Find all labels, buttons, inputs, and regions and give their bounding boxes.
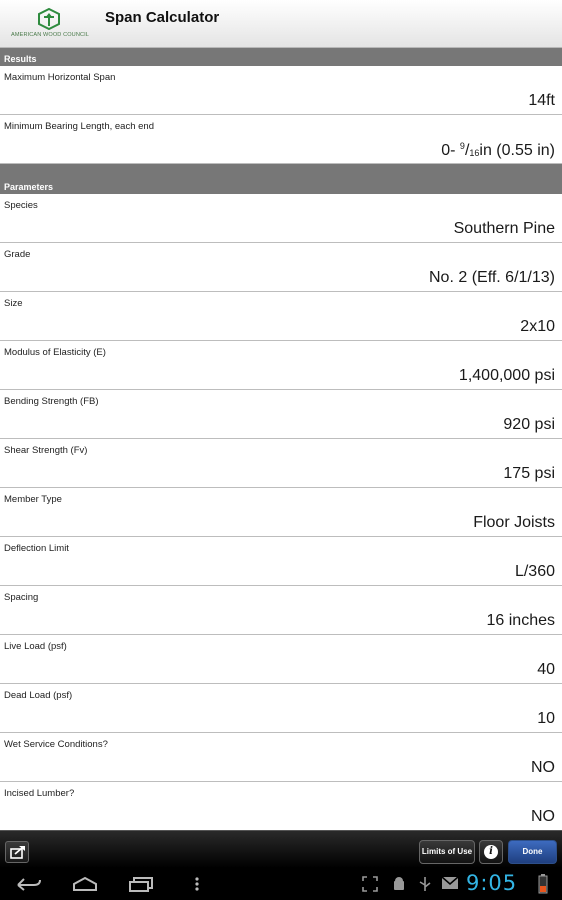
value-prefix: 0- — [441, 142, 460, 159]
param-row-shear-strength[interactable]: Shear Strength (Fv) 175 psi — [0, 439, 562, 488]
param-label: Member Type — [4, 494, 62, 505]
recent-apps-icon[interactable] — [128, 876, 154, 892]
result-row-bearing-length: Minimum Bearing Length, each end 0- 9/16… — [0, 115, 562, 164]
param-value: 40 — [537, 661, 555, 678]
result-value: 0- 9/16in (0.55 in) — [441, 141, 555, 159]
param-row-member-type[interactable]: Member Type Floor Joists — [0, 488, 562, 537]
param-value: NO — [531, 759, 555, 776]
info-icon: i — [484, 845, 498, 859]
usb-icon — [419, 877, 431, 891]
bottom-toolbar: Limits of Use i Done — [0, 830, 562, 868]
page-title: Span Calculator — [105, 9, 220, 26]
param-value: 1,400,000 psi — [458, 367, 555, 384]
param-value: No. 2 (Eff. 6/1/13) — [429, 269, 555, 286]
calculator-content[interactable]: Results Maximum Horizontal Span 14ft Min… — [0, 48, 562, 830]
param-label: Dead Load (psf) — [4, 690, 73, 701]
gmail-icon — [441, 876, 459, 889]
logo-icon — [38, 8, 60, 30]
param-row-incised-lumber[interactable]: Incised Lumber? NO — [0, 782, 562, 830]
param-label: Size — [4, 298, 23, 309]
value-suffix: in (0.55 in) — [479, 142, 555, 159]
result-value: 14ft — [528, 92, 555, 109]
results-section-header: Results — [0, 48, 562, 66]
param-label: Modulus of Elasticity (E) — [4, 347, 106, 358]
info-button[interactable]: i — [479, 840, 503, 864]
result-label: Maximum Horizontal Span — [4, 72, 116, 83]
parameters-section-header: Parameters — [0, 164, 562, 194]
android-debug-icon — [394, 877, 404, 890]
param-row-dead-load[interactable]: Dead Load (psf) 10 — [0, 684, 562, 733]
param-label: Live Load (psf) — [4, 641, 67, 652]
menu-dots-icon[interactable] — [194, 876, 200, 892]
param-value: 175 psi — [503, 465, 555, 482]
result-row-max-span: Maximum Horizontal Span 14ft — [0, 66, 562, 115]
app-header: AMERICAN WOOD COUNCIL Span Calculator — [0, 0, 562, 48]
param-row-modulus[interactable]: Modulus of Elasticity (E) 1,400,000 psi — [0, 341, 562, 390]
share-button[interactable] — [5, 841, 29, 863]
back-icon[interactable] — [16, 876, 42, 892]
param-label: Incised Lumber? — [4, 788, 75, 799]
param-label: Shear Strength (Fv) — [4, 445, 88, 456]
param-row-species[interactable]: Species Southern Pine — [0, 194, 562, 243]
done-button[interactable]: Done — [508, 840, 557, 864]
fullscreen-icon — [362, 876, 378, 892]
param-value: Southern Pine — [453, 220, 555, 237]
result-label: Minimum Bearing Length, each end — [4, 121, 154, 132]
param-row-bending-strength[interactable]: Bending Strength (FB) 920 psi — [0, 390, 562, 439]
param-value: 16 inches — [486, 612, 556, 629]
param-value: NO — [531, 808, 555, 825]
param-row-size[interactable]: Size 2x10 — [0, 292, 562, 341]
fraction-denominator: 16 — [469, 148, 480, 158]
parameters-section-label: Parameters — [4, 182, 54, 192]
param-row-spacing[interactable]: Spacing 16 inches — [0, 586, 562, 635]
param-row-deflection-limit[interactable]: Deflection Limit L/360 — [0, 537, 562, 586]
status-clock: 9:05 — [466, 871, 518, 895]
param-label: Spacing — [4, 592, 39, 603]
results-section-label: Results — [4, 54, 37, 64]
limits-of-use-button[interactable]: Limits of Use — [419, 840, 475, 864]
param-label: Wet Service Conditions? — [4, 739, 108, 750]
param-label: Grade — [4, 249, 31, 260]
american-wood-council-logo: AMERICAN WOOD COUNCIL — [6, 8, 94, 42]
home-icon[interactable] — [72, 876, 98, 892]
param-row-live-load[interactable]: Live Load (psf) 40 — [0, 635, 562, 684]
param-value: 2x10 — [520, 318, 555, 335]
param-label: Species — [4, 200, 38, 211]
param-value: L/360 — [514, 563, 555, 580]
param-row-wet-service[interactable]: Wet Service Conditions? NO — [0, 733, 562, 782]
param-row-grade[interactable]: Grade No. 2 (Eff. 6/1/13) — [0, 243, 562, 292]
fraction-numerator: 9 — [459, 141, 465, 151]
param-label: Deflection Limit — [4, 543, 69, 554]
share-icon — [10, 846, 25, 859]
param-value: 10 — [537, 710, 555, 727]
system-navigation-bar: 9:05 — [0, 868, 562, 900]
param-value: 920 psi — [503, 416, 555, 433]
battery-icon — [538, 874, 548, 894]
param-value: Floor Joists — [473, 514, 555, 531]
param-label: Bending Strength (FB) — [4, 396, 99, 407]
logo-text: AMERICAN WOOD COUNCIL — [11, 32, 89, 38]
